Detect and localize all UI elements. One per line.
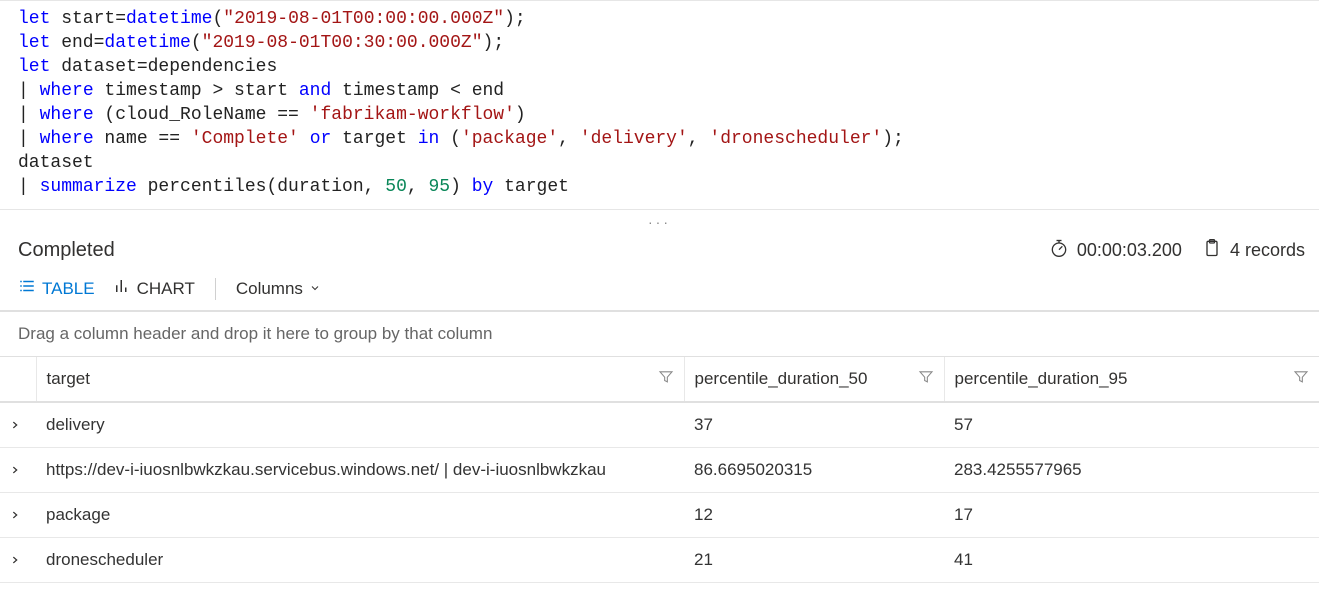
- expand-row-button[interactable]: [10, 552, 20, 568]
- tab-chart-label: CHART: [137, 279, 195, 299]
- filter-icon[interactable]: [658, 369, 674, 390]
- columns-button[interactable]: Columns: [236, 279, 321, 299]
- table-icon: [18, 277, 36, 300]
- column-header-p50[interactable]: percentile_duration_50: [684, 357, 944, 402]
- stopwatch-icon: [1049, 238, 1069, 263]
- filter-icon[interactable]: [918, 369, 934, 390]
- query-editor[interactable]: let start=datetime("2019-08-01T00:00:00.…: [0, 0, 1319, 210]
- tab-chart[interactable]: CHART: [113, 277, 195, 300]
- expand-row-button[interactable]: [10, 462, 20, 478]
- columns-label: Columns: [236, 279, 303, 299]
- tab-table[interactable]: TABLE: [18, 277, 95, 300]
- tab-table-label: TABLE: [42, 279, 95, 299]
- status-bar: Completed 00:00:03.200 4 records: [0, 232, 1319, 273]
- expand-row-button[interactable]: [10, 417, 20, 433]
- cell-p95: 57: [944, 402, 1319, 448]
- column-header-target-label: target: [47, 369, 90, 388]
- column-header-p95-label: percentile_duration_95: [955, 369, 1128, 388]
- results-tbody: delivery3757https://dev-i-iuosnlbwkzkau.…: [0, 402, 1319, 583]
- chart-icon: [113, 277, 131, 300]
- group-by-bar[interactable]: Drag a column header and drop it here to…: [0, 310, 1319, 357]
- duration-value: 00:00:03.200: [1077, 240, 1182, 261]
- record-count-value: 4 records: [1230, 240, 1305, 261]
- column-header-p95[interactable]: percentile_duration_95: [944, 357, 1319, 402]
- cell-p95: 17: [944, 493, 1319, 538]
- cell-target: package: [36, 493, 684, 538]
- cell-target: dronescheduler: [36, 538, 684, 583]
- cell-target: delivery: [36, 402, 684, 448]
- table-row[interactable]: dronescheduler2141: [0, 538, 1319, 583]
- clipboard-icon: [1202, 238, 1222, 263]
- cell-p50: 86.6695020315: [684, 448, 944, 493]
- cell-p50: 21: [684, 538, 944, 583]
- group-hint: Drag a column header and drop it here to…: [18, 324, 492, 343]
- column-header-target[interactable]: target: [36, 357, 684, 402]
- tab-divider: [215, 278, 216, 300]
- table-row[interactable]: delivery3757: [0, 402, 1319, 448]
- column-header-p50-label: percentile_duration_50: [695, 369, 868, 388]
- status-label: Completed: [18, 239, 115, 262]
- cell-p50: 37: [684, 402, 944, 448]
- cell-target: https://dev-i-iuosnlbwkzkau.servicebus.w…: [36, 448, 684, 493]
- cell-p50: 12: [684, 493, 944, 538]
- cell-p95: 283.4255577965: [944, 448, 1319, 493]
- cell-p95: 41: [944, 538, 1319, 583]
- view-tabs: TABLE CHART Columns: [0, 273, 1319, 310]
- duration-metric: 00:00:03.200: [1049, 238, 1182, 263]
- table-row[interactable]: package1217: [0, 493, 1319, 538]
- expand-row-button[interactable]: [10, 507, 20, 523]
- results-table: target percentile_duration_50 percentile…: [0, 357, 1319, 583]
- resize-handle[interactable]: ···: [0, 210, 1319, 232]
- table-row[interactable]: https://dev-i-iuosnlbwkzkau.servicebus.w…: [0, 448, 1319, 493]
- chevron-down-icon: [309, 279, 321, 299]
- record-count-metric: 4 records: [1202, 238, 1305, 263]
- column-header-expand: [0, 357, 36, 402]
- filter-icon[interactable]: [1293, 369, 1309, 390]
